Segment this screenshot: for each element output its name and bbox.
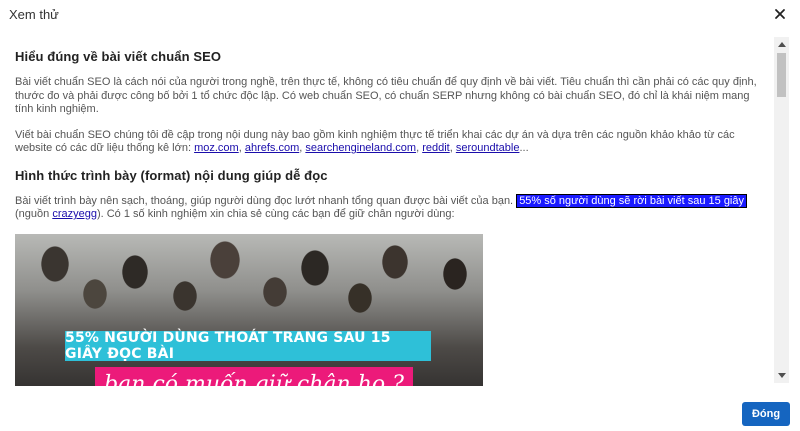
paragraph-3-mid: (nguồn [15,208,53,220]
dialog-header: Xem thử [0,0,800,30]
dialog-title: Xem thử [9,7,59,22]
source-link-seroundtable[interactable]: seroundtable [456,142,520,154]
scrollbar-thumb[interactable] [777,53,786,97]
chevron-up-icon [777,42,786,47]
chevron-down-icon [777,373,786,378]
article-image: 55% NGƯỜI DÙNG THOÁT TRANG SAU 15 GIÂY Đ… [15,233,483,386]
article-paragraph-2: Viết bài chuẩn SEO chúng tôi đề cập tron… [15,129,767,156]
source-link-crazyegg[interactable]: crazyegg [52,208,97,220]
article-heading-2: Hình thức trình bày (format) nội dung gi… [15,167,328,183]
highlighted-text: 55% số người dùng sẽ rời bài viết sau 15… [516,193,747,208]
source-link-reddit[interactable]: reddit [422,142,450,154]
crowd-photo [15,233,483,386]
preview-content: Hiểu đúng về bài viết chuẩn SEO Bài viết… [0,37,789,386]
source-link-ahrefs[interactable]: ahrefs.com [245,142,299,154]
paragraph-2-ellipsis: ... [519,142,529,154]
scroll-up-button[interactable] [774,37,789,51]
source-link-searchengineland[interactable]: searchengineland.com [305,142,416,154]
paragraph-3-end: ). Có 1 số kinh nghiệm xin chia sẻ cùng … [96,208,455,220]
source-link-moz[interactable]: moz.com [194,142,239,154]
preview-dialog: Xem thử Hiểu đúng về bài viết chuẩn SEO … [0,0,800,431]
article-paragraph-1: Bài viết chuẩn SEO là cách nói của người… [15,76,757,115]
done-button[interactable]: Đóng [742,402,790,426]
close-icon [775,9,785,19]
close-button[interactable] [772,6,788,22]
vertical-scrollbar[interactable] [774,37,789,383]
article-body: Hiểu đúng về bài viết chuẩn SEO Bài viết… [15,37,767,386]
image-banner-question: bạn có muốn giữ chân họ ? [95,366,413,386]
image-banner-stat: 55% NGƯỜI DÙNG THOÁT TRANG SAU 15 GIÂY Đ… [65,330,431,362]
paragraph-3-text: Bài viết trình bày nên sạch, thoáng, giú… [15,194,514,207]
article-paragraph-3: Bài viết trình bày nên sạch, thoáng, giú… [15,193,767,222]
article-heading-1: Hiểu đúng về bài viết chuẩn SEO [15,49,222,64]
scroll-down-button[interactable] [774,369,789,383]
